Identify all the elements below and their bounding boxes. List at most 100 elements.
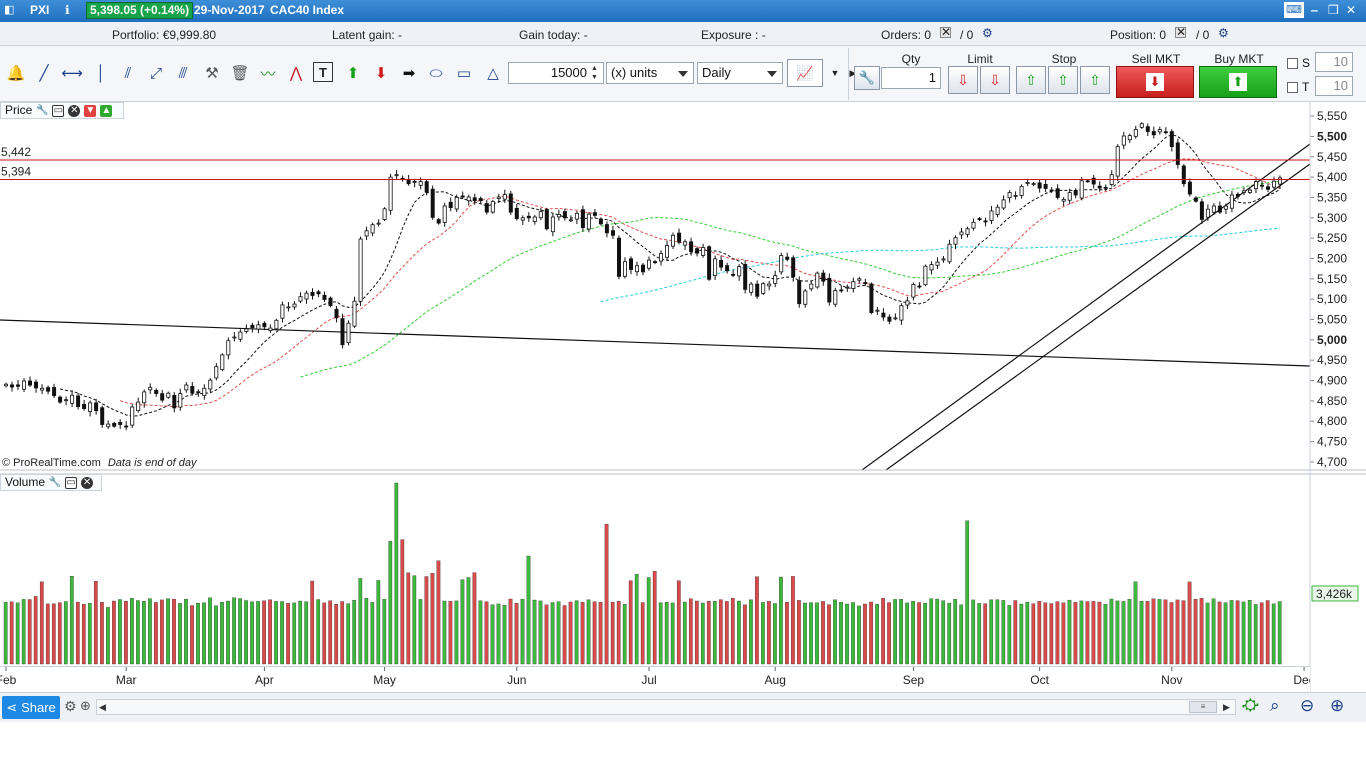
scroll-thumb[interactable]: ≡ [1189,701,1217,713]
ray-icon[interactable]: ⤢ [145,62,167,84]
sell-market-button[interactable]: ⬇ [1116,66,1194,98]
chart-settings-icon[interactable]: ⚙ [64,698,77,715]
orders-settings-icon[interactable]: ⚙ [982,26,993,40]
trendline-icon[interactable]: ╱ [33,62,55,84]
parallel-lines-icon[interactable]: ⫻ [172,62,194,84]
minimize-icon[interactable]: ‒ [1311,3,1318,17]
volume-bar [875,604,879,665]
share-button[interactable]: ⋖ Share [2,696,60,719]
volume-bar [154,602,158,665]
volume-bar [388,541,393,665]
order-qty-input[interactable]: 1 [881,67,941,89]
triangle-icon[interactable]: △ [482,62,504,84]
volume-maximize-icon[interactable]: ▭ [65,476,78,489]
zigzag-icon[interactable]: ⋀ [285,62,307,84]
horizontal-line-icon[interactable]: ⟷ [61,62,83,84]
tools-icon[interactable]: ⚒ [201,62,223,84]
unit-select[interactable]: (x) units [606,62,694,84]
month-label: Aug [765,673,786,687]
month-label: Oct [1030,673,1049,687]
arrow-right-icon[interactable]: ➡ [398,62,420,84]
volume-close-icon[interactable]: ✕ [81,476,94,489]
volume-panel-header: Volume 🔧 ▭ ✕ [0,474,102,491]
position-settings-icon[interactable]: ⚙ [1218,26,1229,40]
period-select[interactable]: Daily [697,62,783,84]
close-icon[interactable]: ✕ [1346,3,1356,17]
candle-body [1187,181,1192,195]
scroll-left-icon[interactable]: ◀ [99,702,106,713]
stop-order-button-3[interactable]: ⇧ [1080,66,1110,94]
volume-bar [1133,581,1138,665]
candle-body [376,222,381,225]
chart-style-icon[interactable]: 📈 [787,59,823,87]
vertical-line-icon[interactable]: │ [90,62,112,84]
stop-order-button-1[interactable]: ⇧ [1016,66,1046,94]
volume-settings-icon[interactable]: 🔧 [49,477,61,489]
info-icon[interactable]: ℹ [65,3,70,17]
volume-bar [57,602,62,665]
price-move-down-icon[interactable]: ▼ [84,104,97,117]
candle-body [1067,192,1072,201]
quantity-input[interactable]: 15000 [508,62,604,84]
candle-body [1260,184,1265,187]
limit-sell-button[interactable]: ⇩ [948,66,978,94]
zoom-out-icon[interactable]: ⊖ [1300,696,1314,716]
month-label: Jun [507,673,526,687]
channel-icon[interactable]: ⫽ [117,62,139,84]
volume-bar [935,598,940,665]
rectangle-icon[interactable]: ▭ [453,62,475,84]
t-checkbox[interactable] [1287,82,1298,93]
keyboard-icon[interactable]: ⌨ [1284,2,1304,18]
volume-bar [1019,603,1024,665]
ellipse-icon[interactable]: ⬭ [425,62,447,84]
stop-order-button-2[interactable]: ⇧ [1048,66,1078,94]
volume-bar [773,603,777,665]
restore-icon[interactable]: ❐ [1328,3,1339,17]
volume-bar [1001,600,1006,665]
volume-bar [779,576,783,665]
s-checkbox[interactable] [1287,58,1298,69]
chart-area[interactable]: 5,442 5,394 5,550 5,500 5,450 5,400 5,350 5,30… [0,102,1366,692]
volume-bar [106,607,110,665]
candle-body [653,261,658,264]
scroll-right-icon[interactable]: ▶ [1223,702,1230,713]
price-move-up-icon[interactable]: ▲ [100,104,113,117]
buy-market-button[interactable]: ⬆ [1199,66,1277,98]
price-close-icon[interactable]: ✕ [68,104,81,117]
alert-bell-icon[interactable]: 🔔 [5,62,27,84]
price-tick-label: 5,500 [1317,129,1347,143]
chart-svg[interactable]: 5,442 5,394 5,550 5,500 5,450 5,400 5,350 5,30… [0,102,1366,692]
t-input[interactable]: 10 [1315,76,1353,96]
delete-icon[interactable]: 🗑 [229,62,251,84]
position-clear-icon[interactable]: ✕ [1175,26,1186,38]
indicator-icon[interactable]: 〰 [257,62,279,84]
order-settings-icon[interactable]: 🔧 [854,66,880,90]
buy-arrow-icon[interactable]: ⬆ [342,62,364,84]
price-settings-icon[interactable]: 🔧 [36,105,48,117]
quantity-stepper-icon[interactable]: ▲ ▼ [591,64,598,82]
s-input[interactable]: 10 [1315,52,1353,72]
auto-zoom-icon[interactable]: ⛮ [1242,697,1259,715]
volume-bar [755,576,759,665]
add-indicator-icon[interactable]: ⊕ [80,698,91,714]
limit-buy-button[interactable]: ⇩ [980,66,1010,94]
volume-bar [887,602,891,665]
horizontal-scrollbar[interactable]: ◀ ≡ ▶ [96,699,1236,715]
volume-bar [947,602,952,665]
volume-bar [670,602,675,665]
volume-bar [256,601,260,665]
s-label: S [1302,56,1311,70]
zoom-fit-icon[interactable]: ⌕ [1270,696,1280,716]
candle-body [52,387,57,397]
orders-clear-icon[interactable]: ✕ [940,26,951,38]
volume-bar [1199,597,1204,665]
volume-bar [1181,600,1186,665]
volume-bar [634,574,639,665]
volume-bar [604,523,609,665]
candle-body [695,248,700,254]
text-tool-icon[interactable]: T [313,62,333,82]
zoom-in-icon[interactable]: ⊕ [1330,696,1344,716]
volume-bar [893,599,897,665]
sell-arrow-icon[interactable]: ⬇ [370,62,392,84]
price-maximize-icon[interactable]: ▭ [52,104,65,117]
